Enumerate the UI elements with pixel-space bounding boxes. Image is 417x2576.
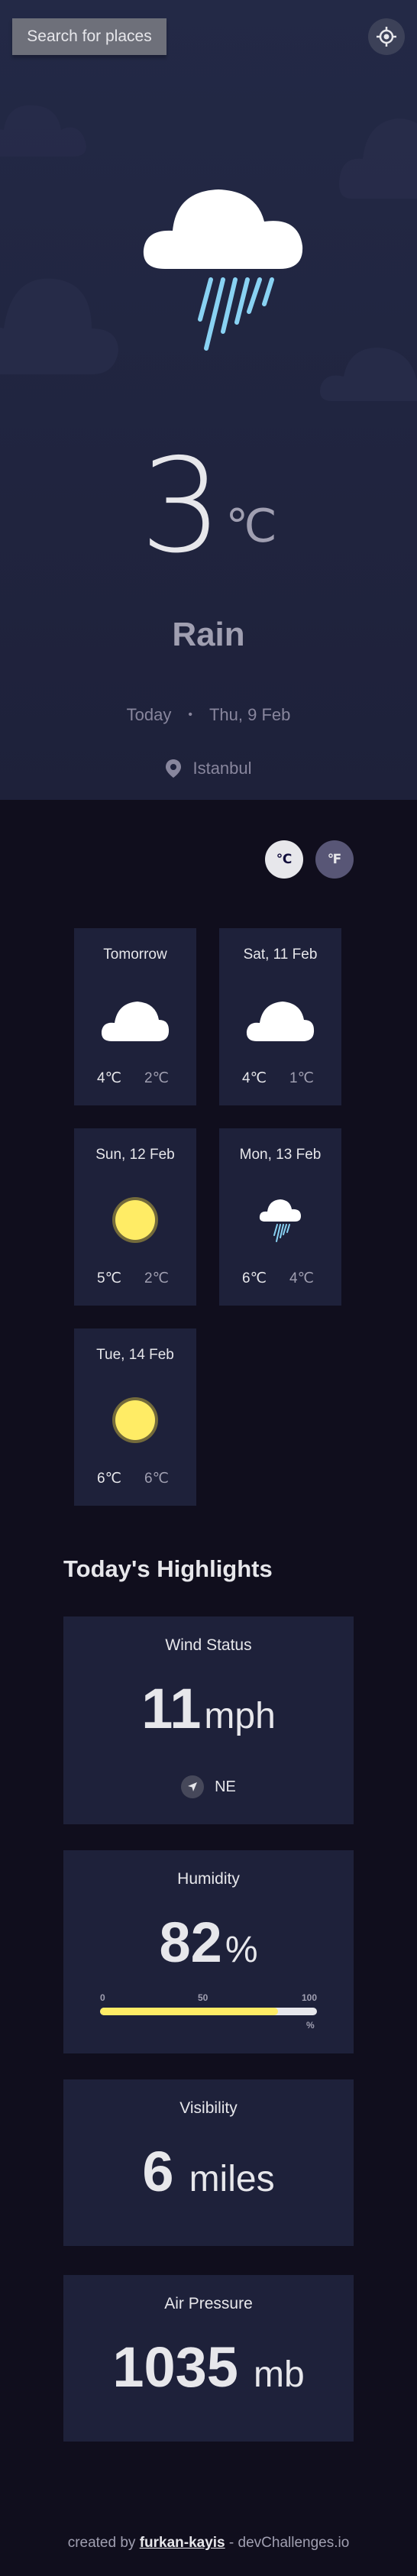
forecast-max: 5℃ <box>97 1270 121 1286</box>
current-weather-panel: Search for places 3 ℃ Rain Today • Thu, … <box>0 0 417 800</box>
cloud-rain-icon <box>259 1199 301 1242</box>
forecast-day: Mon, 13 Feb <box>239 1147 322 1163</box>
search-places-button[interactable]: Search for places <box>12 18 166 55</box>
forecast-min: 6℃ <box>144 1471 169 1487</box>
location-row: Istanbul <box>0 759 417 778</box>
forecast-card: Sun, 12 Feb 5℃ 2℃ <box>74 1128 196 1306</box>
celsius-toggle[interactable]: ℃ <box>265 840 303 879</box>
footer-prefix: created by <box>67 2535 140 2551</box>
forecast-min: 1℃ <box>289 1070 314 1086</box>
scale-mid: 50 <box>198 1992 208 2003</box>
forecast-day: Sat, 11 Feb <box>243 947 318 963</box>
forecast-day: Tomorrow <box>103 947 167 963</box>
sun-icon <box>112 1397 158 1443</box>
fahrenheit-toggle[interactable]: ℉ <box>315 840 354 879</box>
footer: created by furkan-kayis - devChallenges.… <box>0 2535 417 2552</box>
forecast-max: 4℃ <box>242 1070 267 1086</box>
map-pin-icon <box>166 759 182 778</box>
pressure-label: Air Pressure <box>164 2295 253 2312</box>
forecast-card: Mon, 13 Feb 6℃ 4℃ <box>219 1128 341 1306</box>
wind-label: Wind Status <box>165 1636 252 1654</box>
air-pressure-card: Air Pressure 1035 mb <box>63 2275 354 2442</box>
humidity-bar-fill <box>100 2008 278 2015</box>
humidity-value: 82 <box>159 1911 222 1974</box>
highlights-title: Today's Highlights <box>63 1555 273 1582</box>
background-cloud-icon <box>320 348 417 401</box>
current-location-button[interactable] <box>368 18 405 55</box>
sun-icon <box>112 1197 158 1243</box>
background-cloud-icon <box>0 278 118 374</box>
cloud-rain-icon <box>143 189 303 351</box>
humidity-card: Humidity 82 % 0 50 100 % <box>63 1850 354 2053</box>
visibility-card: Visibility 6 miles <box>63 2079 354 2246</box>
navigation-arrow-icon <box>181 1775 205 1798</box>
background-cloud-icon <box>339 118 417 199</box>
separator-dot: • <box>188 708 192 721</box>
current-temperature: 3 ℃ <box>0 442 417 571</box>
background-cloud-icon <box>0 105 86 157</box>
humidity-bar <box>100 2008 317 2015</box>
forecast-card: Tomorrow 4℃ 2℃ <box>74 928 196 1105</box>
pressure-value: 1035 <box>112 2335 238 2399</box>
footer-suffix: - devChallenges.io <box>225 2535 350 2551</box>
forecast-day: Sun, 12 Feb <box>95 1147 175 1163</box>
forecast-card: Sat, 11 Feb 4℃ 1℃ <box>219 928 341 1105</box>
forecast-card: Tue, 14 Feb 6℃ 6℃ <box>74 1328 196 1506</box>
humidity-scale: 0 50 100 <box>100 1992 317 2005</box>
date-label: Thu, 9 Feb <box>208 705 291 724</box>
scale-unit: % <box>306 2020 315 2031</box>
forecast-min: 2℃ <box>144 1070 169 1086</box>
day-label: Today <box>126 705 172 724</box>
gps-crosshair-icon <box>377 27 396 47</box>
forecast-min: 2℃ <box>144 1270 169 1286</box>
wind-direction: NE <box>63 1775 354 1798</box>
forecast-day: Tue, 14 Feb <box>96 1347 174 1363</box>
forecast-min: 4℃ <box>289 1270 314 1286</box>
weather-condition: Rain <box>172 616 245 653</box>
location-name: Istanbul <box>192 759 252 778</box>
forecast-max: 6℃ <box>97 1471 121 1487</box>
date-row: Today • Thu, 9 Feb <box>0 705 417 725</box>
cloud-icon <box>101 1002 170 1041</box>
author-link[interactable]: furkan-kayis <box>140 2535 225 2551</box>
wind-direction-label: NE <box>215 1778 236 1795</box>
wind-status-card: Wind Status 11 mph NE <box>63 1616 354 1824</box>
forecast-max: 6℃ <box>242 1270 267 1286</box>
wind-value: 11 <box>141 1677 202 1740</box>
scale-min: 0 <box>100 1992 105 2003</box>
temperature-unit: ℃ <box>225 500 277 553</box>
humidity-label: Humidity <box>177 1870 240 1888</box>
visibility-label: Visibility <box>179 2099 238 2117</box>
pressure-unit: mb <box>253 2354 305 2395</box>
humidity-unit: % <box>225 1930 258 1970</box>
scale-max: 100 <box>301 1992 317 2003</box>
cloud-icon <box>246 1002 315 1041</box>
temperature-value: 3 <box>140 431 223 582</box>
forecast-max: 4℃ <box>97 1070 121 1086</box>
wind-unit: mph <box>204 1696 276 1736</box>
visibility-unit: miles <box>189 2159 275 2199</box>
visibility-value: 6 <box>142 2140 174 2203</box>
